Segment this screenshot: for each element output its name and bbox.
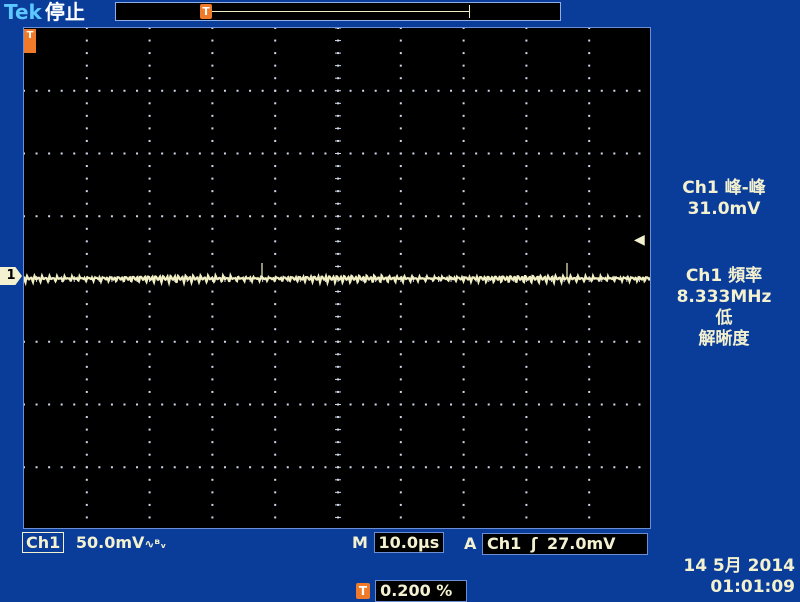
record-window-line xyxy=(206,11,470,12)
date: 14 5月 2014 xyxy=(683,556,795,576)
trigger-readout[interactable]: A Ch1 ʃ 27.0mV xyxy=(464,533,648,555)
trigger-pos-icon: T xyxy=(356,583,370,599)
trigger-position-readout[interactable]: T 0.200 % xyxy=(356,580,468,602)
trigger-time-marker[interactable]: T xyxy=(24,29,36,53)
trigger-source: Ch1 xyxy=(486,534,522,553)
pk2pk-value: 31.0mV xyxy=(687,199,761,219)
freq-value: 8.333MHz xyxy=(676,287,772,307)
bandwidth-limit-icon: ∿ᴮᵥ xyxy=(144,537,167,551)
waveform-display[interactable] xyxy=(23,27,651,529)
run-status: 停止 xyxy=(44,0,85,24)
brand-status: Tek 停止 xyxy=(4,0,85,24)
trigger-info: Ch1 ʃ 27.0mV xyxy=(481,533,648,555)
freq-note-resolution: 解晰度 xyxy=(698,329,750,349)
time: 01:01:09 xyxy=(710,577,795,597)
timebase-readout[interactable]: M 10.0µs xyxy=(352,532,445,553)
ch1-scale: 50.0mV xyxy=(75,533,145,552)
ch1-ground-marker[interactable]: 1 xyxy=(0,267,22,285)
ch1-label: Ch1 xyxy=(22,532,65,553)
freq-label: Ch1 頻率 xyxy=(685,266,763,286)
ch1-scale-readout[interactable]: Ch1 50.0mV∿ᴮᵥ xyxy=(22,532,167,554)
freq-note-low: 低 xyxy=(715,308,733,328)
timebase-label: M xyxy=(352,533,368,552)
record-position-bar[interactable]: T xyxy=(115,2,561,21)
rising-edge-icon: ʃ xyxy=(530,534,538,553)
tek-logo: Tek xyxy=(4,0,42,24)
trigger-source-label: A xyxy=(464,534,477,553)
frequency-measurement: Ch1 頻率 8.333MHz 低 解晰度 xyxy=(654,266,794,350)
pk2pk-measurement: Ch1 峰-峰 31.0mV xyxy=(654,178,794,220)
date-time: 14 5月 2014 01:01:09 xyxy=(650,556,795,598)
record-window-bracket xyxy=(469,5,470,18)
trigger-pos-value: 0.200 % xyxy=(375,580,468,602)
trigger-level: 27.0mV xyxy=(547,534,616,553)
timebase-value: 10.0µs xyxy=(373,532,445,553)
ch1-waveform-trace xyxy=(24,263,650,287)
trigger-level-arrow-icon[interactable]: ◀ xyxy=(634,233,648,247)
trigger-position-marker[interactable]: T xyxy=(200,4,212,19)
pk2pk-label: Ch1 峰-峰 xyxy=(682,178,766,198)
